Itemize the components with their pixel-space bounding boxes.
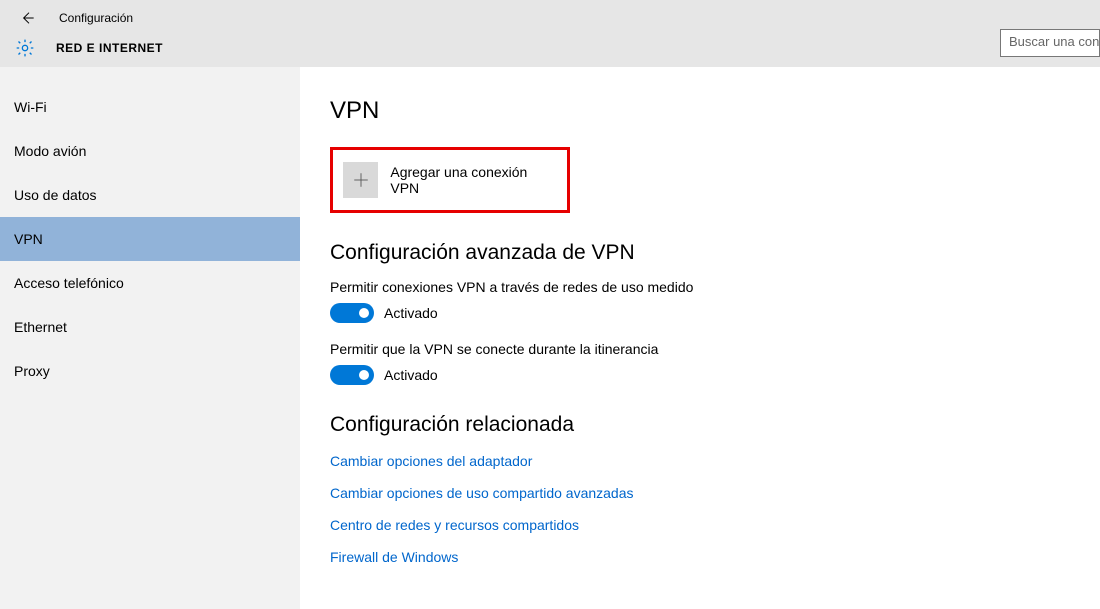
page-title: VPN xyxy=(330,97,1080,125)
sidebar-item-dialup[interactable]: Acceso telefónico xyxy=(0,261,300,305)
related-heading: Configuración relacionada xyxy=(330,413,1080,437)
content: Wi-Fi Modo avión Uso de datos VPN Acceso… xyxy=(0,67,1100,609)
header-bottom: RED E INTERNET Buscar una conf xyxy=(0,30,1100,66)
toggle-control-roaming: Activado xyxy=(330,365,1080,385)
search-input[interactable]: Buscar una conf xyxy=(1000,29,1100,57)
add-vpn-button[interactable]: Agregar una conexión VPN xyxy=(330,147,570,213)
gear-icon xyxy=(14,37,36,59)
sidebar-item-vpn[interactable]: VPN xyxy=(0,217,300,261)
header: Configuración RED E INTERNET Buscar una … xyxy=(0,0,1100,67)
toggle-desc-roaming: Permitir que la VPN se conecte durante l… xyxy=(330,341,1080,357)
link-firewall[interactable]: Firewall de Windows xyxy=(330,549,1080,565)
toggle-state-roaming: Activado xyxy=(384,367,438,383)
toggle-row-metered: Permitir conexiones VPN a través de rede… xyxy=(330,279,1080,323)
header-top: Configuración xyxy=(0,0,1100,30)
toggle-state-metered: Activado xyxy=(384,305,438,321)
sidebar-item-proxy[interactable]: Proxy xyxy=(0,349,300,393)
sidebar-item-ethernet[interactable]: Ethernet xyxy=(0,305,300,349)
plus-icon xyxy=(343,162,378,198)
toggle-row-roaming: Permitir que la VPN se conecte durante l… xyxy=(330,341,1080,385)
sidebar-item-wifi[interactable]: Wi-Fi xyxy=(0,85,300,129)
advanced-heading: Configuración avanzada de VPN xyxy=(330,241,1080,265)
back-arrow-icon[interactable] xyxy=(17,8,37,28)
add-vpn-label: Agregar una conexión VPN xyxy=(390,164,557,196)
toggle-desc-metered: Permitir conexiones VPN a través de rede… xyxy=(330,279,1080,295)
section-title: RED E INTERNET xyxy=(56,41,163,55)
link-network-center[interactable]: Centro de redes y recursos compartidos xyxy=(330,517,1080,533)
sidebar: Wi-Fi Modo avión Uso de datos VPN Acceso… xyxy=(0,67,300,609)
related-section: Configuración relacionada Cambiar opcion… xyxy=(330,413,1080,565)
link-sharing-options[interactable]: Cambiar opciones de uso compartido avanz… xyxy=(330,485,1080,501)
window-title: Configuración xyxy=(59,11,133,25)
toggle-metered[interactable] xyxy=(330,303,374,323)
main-panel: VPN Agregar una conexión VPN Configuraci… xyxy=(300,67,1100,609)
toggle-roaming[interactable] xyxy=(330,365,374,385)
sidebar-item-airplane[interactable]: Modo avión xyxy=(0,129,300,173)
link-adapter-options[interactable]: Cambiar opciones del adaptador xyxy=(330,453,1080,469)
sidebar-item-datausage[interactable]: Uso de datos xyxy=(0,173,300,217)
toggle-control-metered: Activado xyxy=(330,303,1080,323)
